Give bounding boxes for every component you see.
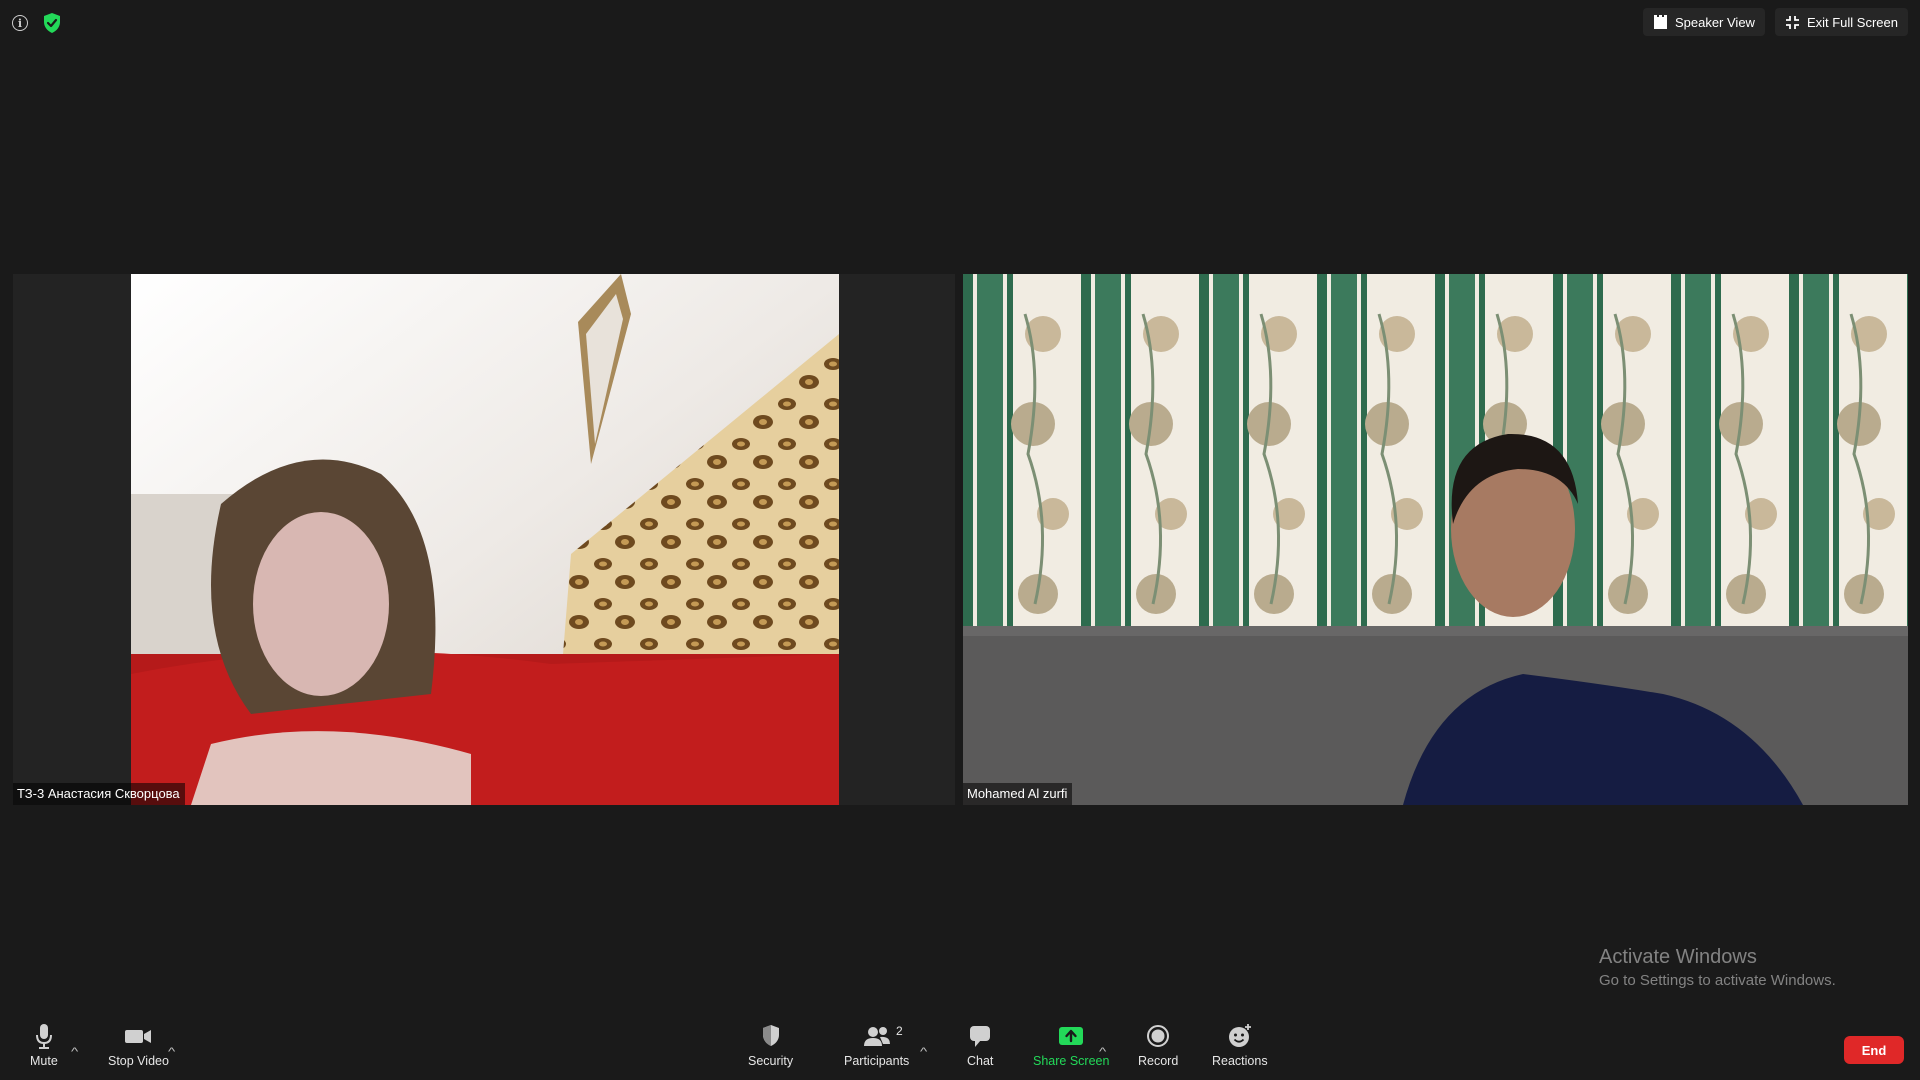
- participant-video-tile[interactable]: Mohamed Al zurfi: [963, 274, 1908, 805]
- mute-button[interactable]: Mute: [30, 1022, 58, 1068]
- microphone-icon: [35, 1024, 52, 1049]
- participants-icon: [863, 1027, 890, 1046]
- participant-video-feed: [963, 274, 1908, 805]
- speaker-view-label: Speaker View: [1674, 14, 1755, 30]
- record-label: Record: [1138, 1054, 1179, 1068]
- participant-video-tile[interactable]: ТЗ-3 Анастасия Скворцова: [13, 274, 955, 805]
- end-meeting-button[interactable]: End: [1844, 1036, 1904, 1064]
- participants-options-chevron-icon[interactable]: ^: [920, 1046, 934, 1058]
- video-options-chevron-icon[interactable]: ^: [168, 1046, 182, 1058]
- stop-video-label: Stop Video: [108, 1054, 169, 1068]
- shield-check-icon[interactable]: [42, 12, 62, 34]
- participant-video-feed: [131, 274, 839, 805]
- security-shield-icon: [762, 1025, 779, 1046]
- exit-full-screen-label: Exit Full Screen: [1806, 14, 1898, 30]
- speaker-view-button[interactable]: Speaker View: [1642, 8, 1765, 36]
- exit-fullscreen-icon: [1785, 15, 1799, 29]
- meeting-status-icons: i: [12, 12, 62, 34]
- chat-bubble-icon: [970, 1026, 991, 1047]
- watermark-subtitle: Go to Settings to activate Windows.: [1599, 972, 1836, 989]
- participant-name-tag: ТЗ-3 Анастасия Скворцова: [13, 783, 185, 805]
- record-icon: [1147, 1025, 1170, 1047]
- record-button[interactable]: Record: [1138, 1022, 1178, 1068]
- participants-count-badge: 2: [896, 1024, 903, 1038]
- stop-video-button[interactable]: Stop Video: [108, 1022, 169, 1068]
- meeting-toolbar: Mute ^ Stop Video ^ Security Participant…: [0, 1016, 1920, 1080]
- security-button[interactable]: Security: [748, 1022, 793, 1068]
- security-label: Security: [748, 1054, 794, 1068]
- audio-options-chevron-icon[interactable]: ^: [71, 1046, 85, 1058]
- reactions-button[interactable]: Reactions: [1212, 1022, 1268, 1068]
- watermark-title: Activate Windows: [1599, 946, 1757, 968]
- participants-label: Participants: [844, 1054, 910, 1068]
- reactions-smiley-icon: [1228, 1024, 1251, 1047]
- chat-label: Chat: [967, 1054, 994, 1068]
- reactions-label: Reactions: [1212, 1054, 1268, 1068]
- speaker-view-icon: [1653, 14, 1667, 29]
- info-icon[interactable]: i: [12, 15, 28, 31]
- view-controls: Speaker View Exit Full Screen: [1642, 8, 1908, 36]
- participant-name-tag: Mohamed Al zurfi: [963, 783, 1073, 805]
- share-screen-label: Share Screen: [1033, 1054, 1110, 1068]
- zoom-meeting-window: i Speaker View Exit Full Screen ТЗ-3 Ана…: [0, 0, 1920, 1080]
- share-options-chevron-icon[interactable]: ^: [1099, 1046, 1113, 1058]
- mute-label: Mute: [30, 1054, 58, 1068]
- chat-button[interactable]: Chat: [967, 1022, 993, 1068]
- share-screen-button[interactable]: Share Screen: [1033, 1022, 1109, 1068]
- share-screen-icon: [1059, 1027, 1084, 1045]
- exit-full-screen-button[interactable]: Exit Full Screen: [1774, 8, 1908, 36]
- activate-windows-watermark: Activate Windows Go to Settings to activ…: [1599, 946, 1836, 989]
- video-camera-icon: [125, 1030, 152, 1043]
- participants-button[interactable]: Participants 2: [844, 1022, 909, 1068]
